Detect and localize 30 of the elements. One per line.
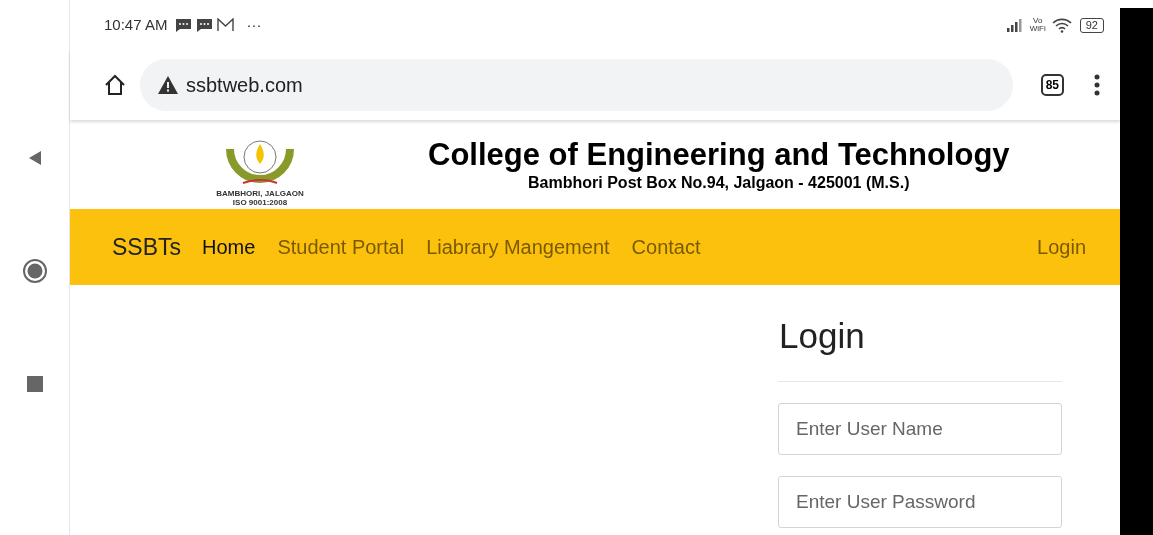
- logo-text: ISO 9001:2008: [232, 197, 288, 207]
- address-bar[interactable]: ssbtweb.com: [140, 59, 1013, 111]
- message-icon: [175, 17, 193, 33]
- input-field[interactable]: Enter User Password: [778, 475, 1062, 528]
- nav-link[interactable]: Student Portal: [277, 232, 405, 262]
- nav-link[interactable]: Liabrary Mangement: [426, 232, 610, 262]
- recents-icon[interactable]: [26, 376, 43, 392]
- college-address: Bambhori Post Box No.94, Jalgaon - 425001 (M.S.): [528, 172, 910, 193]
- login-heading: Login: [778, 310, 1062, 382]
- nav-link[interactable]: Contact: [631, 232, 701, 262]
- battery-indicator: 92: [1079, 17, 1104, 33]
- menu-icon[interactable]: [1094, 74, 1100, 96]
- login-link[interactable]: Login: [1037, 232, 1086, 262]
- logo-text: BAMBHORI, JALGAON: [216, 188, 304, 198]
- tab-count-button[interactable]: 85: [1040, 74, 1064, 96]
- home-icon[interactable]: [104, 74, 126, 96]
- url-text: ssbtweb.com: [186, 73, 303, 98]
- status-time: 10:47 AM: [104, 14, 168, 35]
- nav-link[interactable]: Home: [202, 232, 256, 262]
- input-field[interactable]: Enter User Name: [778, 402, 1062, 455]
- mail-icon: [217, 18, 235, 32]
- vowifi-label: Vo WiFi: [1028, 17, 1047, 33]
- message-icon: [196, 17, 214, 33]
- wifi-icon: [1051, 17, 1072, 33]
- back-icon[interactable]: [27, 150, 42, 166]
- brand-link[interactable]: SSBTs: [112, 229, 182, 265]
- signal-icon: [1005, 18, 1024, 32]
- warning-icon: [158, 76, 178, 94]
- college-title: College of Engineering and Technology: [428, 136, 1010, 173]
- more-notifications: ···: [246, 14, 262, 35]
